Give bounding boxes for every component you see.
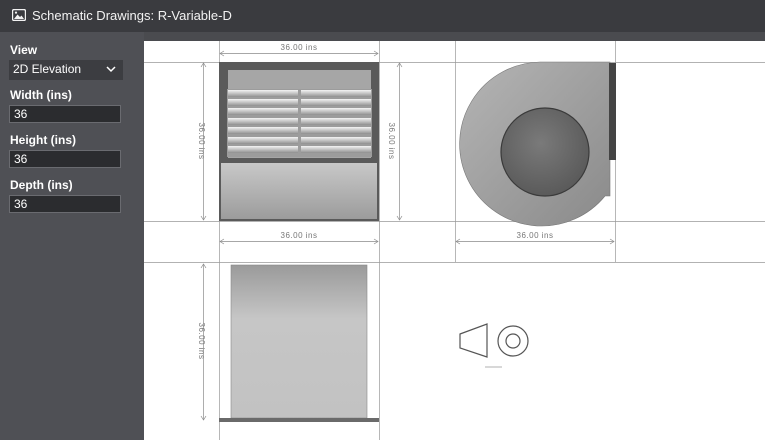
dim-side-bottom: 36.00 ins bbox=[517, 231, 554, 240]
front-elevation bbox=[219, 62, 379, 221]
drawing-canvas[interactable]: 36.00 ins 36.00 ins 36.00 ins 36.00 ins … bbox=[144, 41, 765, 440]
side-elevation bbox=[459, 61, 616, 227]
view-select-value: 2D Elevation bbox=[13, 62, 82, 76]
window-title: Schematic Drawings: R-Variable-D bbox=[32, 8, 232, 23]
width-label: Width (ins) bbox=[10, 88, 72, 102]
height-label: Height (ins) bbox=[10, 133, 76, 147]
depth-input[interactable]: 36 bbox=[9, 195, 121, 213]
dim-front-top: 36.00 ins bbox=[281, 43, 318, 52]
rear-elevation bbox=[219, 264, 379, 422]
louver-grille bbox=[227, 89, 372, 157]
dim-back-left: 36.00 ins bbox=[197, 323, 206, 360]
view-label: View bbox=[10, 43, 38, 57]
duct-symbol bbox=[459, 323, 529, 358]
title-bar: Schematic Drawings: R-Variable-D bbox=[0, 0, 765, 32]
dim-front-bottom: 36.00 ins bbox=[281, 231, 318, 240]
width-input[interactable]: 36 bbox=[9, 105, 121, 123]
sidebar: View 2D Elevation Width (ins) 36 Height … bbox=[0, 32, 144, 440]
view-select[interactable]: 2D Elevation bbox=[9, 60, 123, 80]
chevron-down-icon bbox=[106, 66, 116, 73]
dim-front-right: 36.00 ins bbox=[387, 123, 396, 160]
depth-label: Depth (ins) bbox=[10, 178, 73, 192]
image-icon bbox=[12, 9, 26, 21]
dim-front-left: 36.00 ins bbox=[197, 123, 206, 160]
height-input[interactable]: 36 bbox=[9, 150, 121, 168]
